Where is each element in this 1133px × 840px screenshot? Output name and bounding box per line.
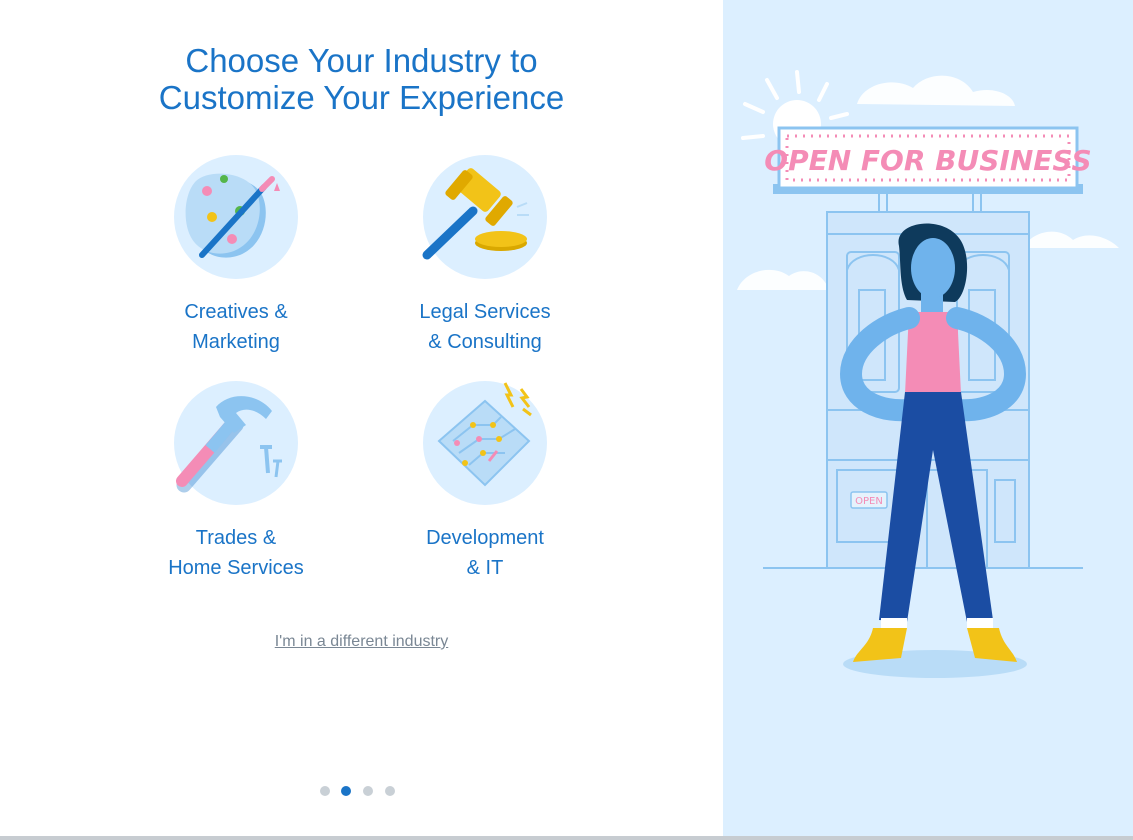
industry-label-line-2: & IT bbox=[466, 557, 504, 579]
industry-label-line-2: Marketing bbox=[192, 331, 280, 353]
industry-label-line-1: Trades & bbox=[195, 527, 277, 549]
open-for-business-sign: OPEN FOR BUSINESS bbox=[764, 126, 1092, 194]
page-title-line-2: Customize Your Experience bbox=[158, 79, 565, 116]
sign-text: OPEN FOR BUSINESS bbox=[764, 144, 1091, 177]
window-bottom-edge bbox=[0, 836, 1133, 840]
palette-icon bbox=[174, 155, 298, 279]
industry-label-line-1: Legal Services bbox=[419, 301, 551, 323]
pagination-dot-1[interactable] bbox=[320, 786, 330, 796]
pagination-dot-4[interactable] bbox=[385, 786, 395, 796]
gavel-icon bbox=[422, 155, 547, 279]
industry-label: Creatives & Marketing bbox=[136, 297, 336, 357]
industry-label-line-2: & Consulting bbox=[428, 331, 542, 353]
industry-label: Trades & Home Services bbox=[136, 523, 336, 583]
hammer-icon bbox=[174, 381, 298, 505]
industry-label-line-1: Development bbox=[426, 527, 544, 549]
industry-label-line-2: Home Services bbox=[168, 557, 304, 579]
pagination-dot-2-active[interactable] bbox=[341, 786, 351, 796]
different-industry-link[interactable]: I'm in a different industry bbox=[0, 633, 723, 651]
page-title-line-1: Choose Your Industry to bbox=[185, 42, 538, 79]
industry-label: Legal Services & Consulting bbox=[385, 297, 585, 357]
storefront-illustration: OPEN OPEN FOR BUSINESS bbox=[737, 70, 1119, 678]
circuit-board-icon bbox=[423, 381, 547, 505]
industry-label: Development & IT bbox=[385, 523, 585, 583]
illustration-panel: OPEN OPEN FOR BUSINESS bbox=[723, 0, 1133, 836]
industry-label-line-1: Creatives & bbox=[184, 301, 288, 323]
pagination-dot-3[interactable] bbox=[363, 786, 373, 796]
page-title: Choose Your Industry to Customize Your E… bbox=[0, 42, 723, 116]
industry-selection-panel: Choose Your Industry to Customize Your E… bbox=[0, 0, 723, 836]
pagination-dots bbox=[318, 786, 408, 798]
door-open-sign: OPEN bbox=[855, 496, 883, 507]
